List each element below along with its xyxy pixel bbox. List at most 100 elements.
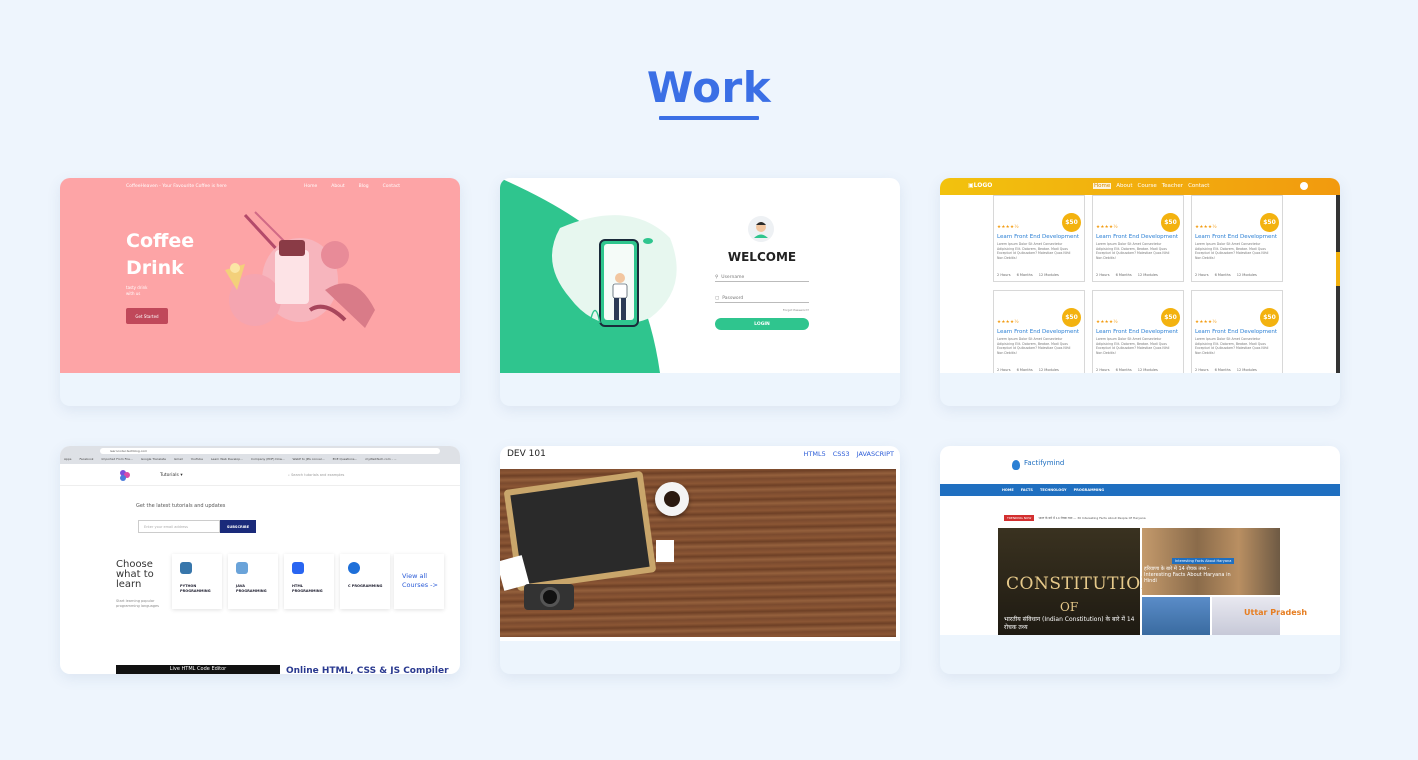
project-thumbnail[interactable]: learncoder.techblog.com Apps Facebook Impo…	[60, 446, 460, 674]
course-meta: 2 Hours 6 Months 12 Modules	[1195, 273, 1257, 277]
course-card: $50 ★★★★½ Learn Front End Development Lorem…	[1092, 195, 1184, 282]
meta-item: 12 Modules	[1137, 368, 1158, 372]
project-thumbnail[interactable]: ▣LOGO Home About Course Teacher Contact …	[940, 178, 1340, 373]
language-label: JAVA PROGRAMMING	[236, 584, 267, 593]
bookmark-item: Learn Web Develop...	[210, 457, 243, 461]
meta-item: 6 Months	[1214, 368, 1231, 372]
project-card-tutorials[interactable]: learncoder.techblog.com Apps Facebook Impo…	[60, 446, 460, 674]
course-title: Learn Front End Development	[997, 234, 1080, 240]
tutorials-search: ⌕ Search tutorials and examples	[288, 473, 345, 477]
project-card-dev101[interactable]: DEV 101 HTML5 CSS3 JAVASCRIPT	[500, 446, 900, 674]
rating-stars: ★★★★½	[1195, 320, 1217, 325]
meta-item: 2 Hours	[1195, 368, 1209, 372]
meta-item: 12 Modules	[1038, 273, 1059, 277]
course-meta: 2 Hours 6 Months 12 Modules	[997, 273, 1059, 277]
photo-image	[656, 540, 674, 562]
login-button: LOGIN	[715, 318, 809, 330]
meta-item: 2 Hours	[1096, 273, 1110, 277]
lock-icon: ▢	[715, 295, 720, 301]
password-field: ▢ Password	[715, 294, 809, 303]
course-description: Lorem Ipsum Dolor Sit Amet Consectetur A…	[1195, 242, 1269, 260]
coffee-hero-subtitle: tasty drink with us	[126, 285, 148, 296]
language-cards: PYTHON PROGRAMMING JAVA PROGRAMMING HTML…	[172, 554, 390, 609]
price-badge: $50	[1260, 308, 1279, 327]
language-card-html: HTML PROGRAMMING	[284, 554, 334, 609]
factifymind-nav	[940, 484, 1340, 496]
dev101-brand: DEV 101	[507, 449, 546, 459]
meta-item: 12 Modules	[1137, 273, 1158, 277]
trending-badge: TRENDING NOW	[1004, 515, 1035, 521]
course-description: Lorem Ipsum Dolor Sit Amet Consectetur A…	[997, 337, 1071, 355]
bookmark-item: YouTube	[190, 457, 203, 461]
project-card-login[interactable]: WELCOME ⚲ Username ▢ Password Forgot Passw…	[500, 178, 900, 406]
bookmark-item: Company (PDF) Dow...	[250, 457, 285, 461]
rating-stars: ★★★★½	[1096, 320, 1118, 325]
rating-stars: ★★★★½	[1096, 225, 1118, 230]
coffee-nav-link: Contact	[382, 184, 401, 189]
course-description: Lorem Ipsum Dolor Sit Amet Consectetur A…	[1195, 337, 1269, 355]
project-card-courses[interactable]: ▣LOGO Home About Course Teacher Contact …	[940, 178, 1340, 406]
project-thumbnail[interactable]: Factifymind HOME FACTS TECHNOLOGY PROGRA…	[940, 446, 1340, 635]
choose-heading: Choose what to learn	[116, 559, 154, 590]
courses-menu-item: Course	[1137, 183, 1157, 189]
course-card: $50 ★★★★½ Learn Front End Development Lorem…	[993, 290, 1085, 373]
coffee-hero-title: Coffee Drink	[126, 230, 195, 279]
dev101-nav-link: JAVASCRIPT	[856, 450, 894, 458]
course-card: $50 ★★★★½ Learn Front End Development Lorem…	[993, 195, 1085, 282]
meta-item: 2 Hours	[997, 368, 1011, 372]
rating-stars: ★★★★½	[997, 225, 1019, 230]
course-title: Learn Front End Development	[1096, 234, 1179, 240]
choose-subtext: Start learning popular programming langu…	[116, 599, 159, 608]
price-badge: $50	[1161, 308, 1180, 327]
side-article-caption: हरियाणा के बारे में 14 रोचक तथ्य - Inter…	[1144, 566, 1231, 584]
course-meta: 2 Hours 6 Months 12 Modules	[1195, 368, 1257, 372]
html-icon	[292, 562, 304, 574]
courses-menu-item: Teacher	[1161, 183, 1184, 189]
language-label: HTML PROGRAMMING	[292, 584, 323, 593]
coffee-nav-link: Home	[304, 184, 318, 189]
subscribe-button: SUBSCRIBE	[220, 520, 256, 533]
bulb-icon	[1012, 460, 1020, 470]
project-thumbnail[interactable]: WELCOME ⚲ Username ▢ Password Forgot Passw…	[500, 178, 900, 373]
welcome-heading: WELCOME	[727, 250, 797, 264]
price-badge: $50	[1161, 213, 1180, 232]
coffee-3d-illustration	[225, 211, 375, 328]
course-title: Learn Front End Development	[1195, 234, 1278, 240]
coffee-nav-link: Blog	[358, 184, 369, 189]
project-thumbnail[interactable]: DEV 101 HTML5 CSS3 JAVASCRIPT	[500, 446, 900, 641]
courses-menu-item: Home	[1093, 183, 1112, 189]
meta-item: 6 Months	[1214, 273, 1231, 277]
scrollbar-thumb	[1336, 252, 1340, 286]
course-meta: 2 Hours 6 Months 12 Modules	[997, 368, 1059, 372]
coffee-nav-brand: CoffeeHeaven - Your Favourite Coffee is …	[126, 184, 227, 189]
project-thumbnail[interactable]: CoffeeHeaven - Your Favourite Coffee is …	[60, 178, 460, 373]
bookmark-item: ECE Questions...	[332, 457, 358, 461]
meta-item: 12 Modules	[1236, 368, 1257, 372]
project-card-factifymind[interactable]: Factifymind HOME FACTS TECHNOLOGY PROGRA…	[940, 446, 1340, 674]
coffee-image	[664, 491, 680, 507]
project-card-coffee[interactable]: CoffeeHeaven - Your Favourite Coffee is …	[60, 178, 460, 406]
dev101-nav-link: CSS3	[832, 450, 850, 458]
language-card-python: PYTHON PROGRAMMING	[172, 554, 222, 609]
python-icon	[180, 562, 192, 574]
meta-item: 6 Months	[1115, 368, 1132, 372]
green-wave-background	[500, 178, 677, 373]
rating-stars: ★★★★½	[997, 320, 1019, 325]
meta-item: 6 Months	[1016, 273, 1033, 277]
factifymind-logo: Factifymind	[1024, 459, 1065, 467]
course-title: Learn Front End Development	[997, 329, 1080, 335]
constitution-of: OF	[1060, 600, 1079, 614]
account-icon	[1300, 182, 1308, 190]
coffee-nav-link: About	[331, 184, 345, 189]
meta-item: 12 Modules	[1236, 273, 1257, 277]
forgot-password-link: Forgot Password?	[782, 308, 809, 312]
article-tag: Interesting Facts About Haryana	[1172, 558, 1235, 564]
uttar-pradesh-label: Uttar Pradesh	[1244, 608, 1308, 617]
main-article-caption: भारतीय संविधान (Indian Constitution) के …	[1004, 616, 1135, 631]
course-grid: $50 ★★★★½ Learn Front End Development Lorem…	[993, 195, 1283, 373]
bookmark-item: WebP to JPG conver...	[292, 457, 325, 461]
constitution-title: CONSTITUTION	[1006, 574, 1157, 594]
compiler-heading: Online HTML, CSS & JS Compiler	[286, 666, 449, 674]
camera-lens-image	[540, 587, 560, 607]
course-description: Lorem Ipsum Dolor Sit Amet Consectetur A…	[1096, 337, 1170, 355]
